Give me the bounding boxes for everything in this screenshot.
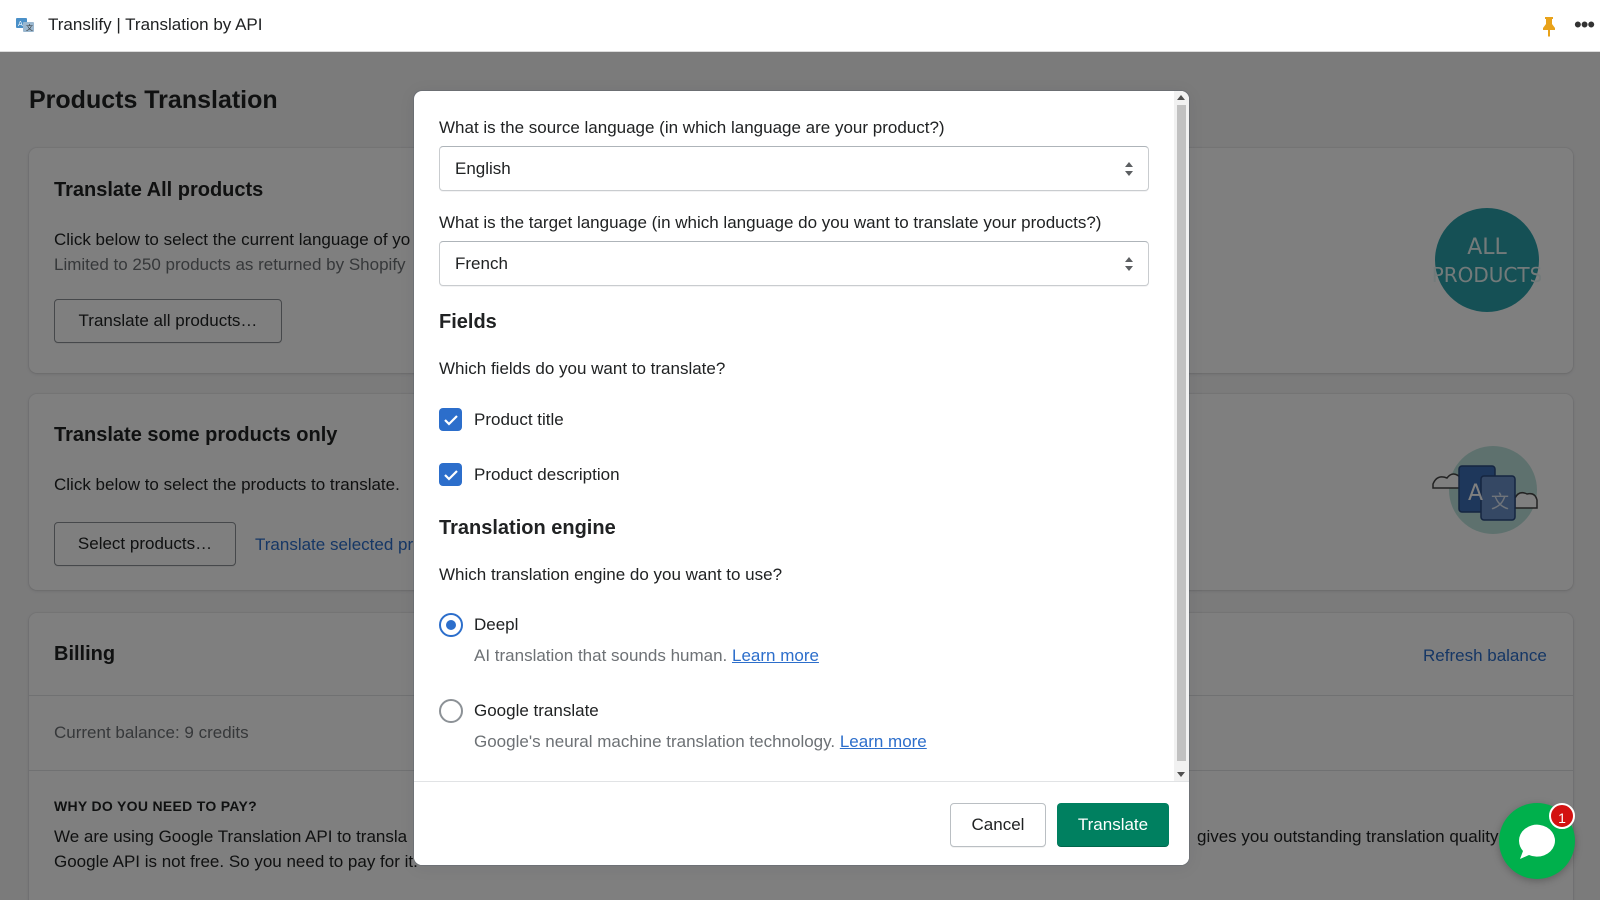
source-language-label: What is the source language (in which la… [439,118,945,137]
pin-icon[interactable] [1540,15,1558,37]
google-translate-label[interactable]: Google translate [474,701,599,721]
product-title-label[interactable]: Product title [474,410,564,430]
app-top-bar: A 文 Translify | Translation by API ••• [0,0,1600,52]
deepl-help-text: AI translation that sounds human. [474,646,728,665]
deepl-help: AI translation that sounds human. Learn … [474,646,819,666]
checkmark-icon [443,469,458,481]
translify-logo-icon: A 文 [14,14,38,36]
modal-scrollbar[interactable] [1174,91,1189,781]
translation-settings-modal: What is the source language (in which la… [414,91,1189,865]
chat-notification-badge: 1 [1549,803,1575,829]
target-language-select[interactable]: French [439,241,1149,286]
google-learn-more-link[interactable]: Learn more [840,732,927,751]
fields-section-title: Fields [439,311,497,333]
google-translate-help: Google's neural machine translation tech… [474,732,927,752]
translate-button[interactable]: Translate [1057,803,1169,847]
more-options-icon[interactable]: ••• [1574,14,1598,38]
deepl-learn-more-link[interactable]: Learn more [732,646,819,665]
deepl-radio[interactable] [439,613,463,637]
google-translate-radio[interactable] [439,699,463,723]
translation-engine-title: Translation engine [439,517,616,539]
target-language-label: What is the target language (in which la… [439,213,1102,232]
cancel-button[interactable]: Cancel [950,803,1046,847]
svg-text:文: 文 [26,23,33,32]
app-title: Translify | Translation by API [48,15,263,34]
scroll-down-arrow-icon[interactable] [1177,772,1185,777]
source-language-select[interactable]: English [439,146,1149,191]
google-translate-help-text: Google's neural machine translation tech… [474,732,836,751]
source-language-value: English [455,159,511,178]
checkmark-icon [443,414,458,426]
modal-body: What is the source language (in which la… [414,91,1174,781]
modal-footer: Cancel Translate [414,781,1189,865]
fields-question: Which fields do you want to translate? [439,359,726,378]
target-language-value: French [455,254,508,273]
engine-question: Which translation engine do you want to … [439,565,783,584]
product-title-checkbox[interactable] [439,408,462,431]
deepl-label[interactable]: Deepl [474,615,518,635]
product-description-checkbox[interactable] [439,463,462,486]
svg-text:A: A [18,20,23,28]
scroll-up-arrow-icon[interactable] [1177,95,1185,100]
product-description-label[interactable]: Product description [474,465,620,485]
select-arrows-icon [1124,256,1134,272]
select-arrows-icon [1124,161,1134,177]
scrollbar-thumb[interactable] [1177,105,1186,761]
